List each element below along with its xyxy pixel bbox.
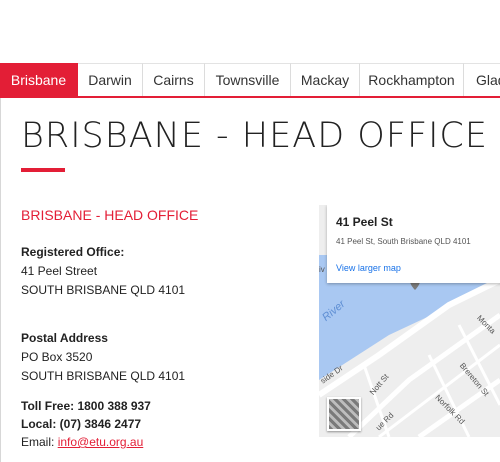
map-place-address: 41 Peel St, South Brisbane QLD 4101 xyxy=(336,237,471,246)
postal-box: PO Box 3520 xyxy=(21,350,93,364)
satellite-toggle[interactable] xyxy=(327,397,361,431)
tab-gladstone[interactable]: Glad xyxy=(464,63,500,96)
registered-city: SOUTH BRISBANE QLD 4101 xyxy=(21,283,186,297)
tab-cairns[interactable]: Cairns xyxy=(143,63,205,96)
office-tabs: Brisbane Darwin Cairns Townsville Mackay… xyxy=(0,63,500,98)
embedded-map[interactable]: River iv side Dr Nott St Brereton St Nor… xyxy=(319,205,500,437)
map-place-title: 41 Peel St xyxy=(336,215,393,229)
registered-office-label: Registered Office: xyxy=(21,245,125,259)
toll-free-number: Toll Free: 1800 388 937 xyxy=(21,399,151,413)
registered-street: 41 Peel Street xyxy=(21,264,98,278)
tab-darwin[interactable]: Darwin xyxy=(78,63,143,96)
postal-city: SOUTH BRISBANE QLD 4101 xyxy=(21,369,186,383)
map-info-card: 41 Peel St 41 Peel St, South Brisbane QL… xyxy=(327,205,500,283)
email-link[interactable]: info@etu.org.au xyxy=(58,435,144,449)
tab-rockhampton[interactable]: Rockhampton xyxy=(360,63,464,96)
map-label-edge: iv xyxy=(319,265,325,274)
section-heading: BRISBANE - HEAD OFFICE xyxy=(21,207,199,223)
email-line: Email: info@etu.org.au xyxy=(21,435,143,449)
postal-address-label: Postal Address xyxy=(21,331,108,345)
title-underline xyxy=(21,168,65,172)
local-number: Local: (07) 3846 2477 xyxy=(21,417,142,431)
tab-brisbane[interactable]: Brisbane xyxy=(0,63,78,96)
view-larger-map-link[interactable]: View larger map xyxy=(336,263,401,273)
tab-mackay[interactable]: Mackay xyxy=(291,63,360,96)
email-label: Email: xyxy=(21,435,58,449)
page-title: BRISBANE - HEAD OFFICE xyxy=(21,116,488,156)
tab-townsville[interactable]: Townsville xyxy=(205,63,291,96)
